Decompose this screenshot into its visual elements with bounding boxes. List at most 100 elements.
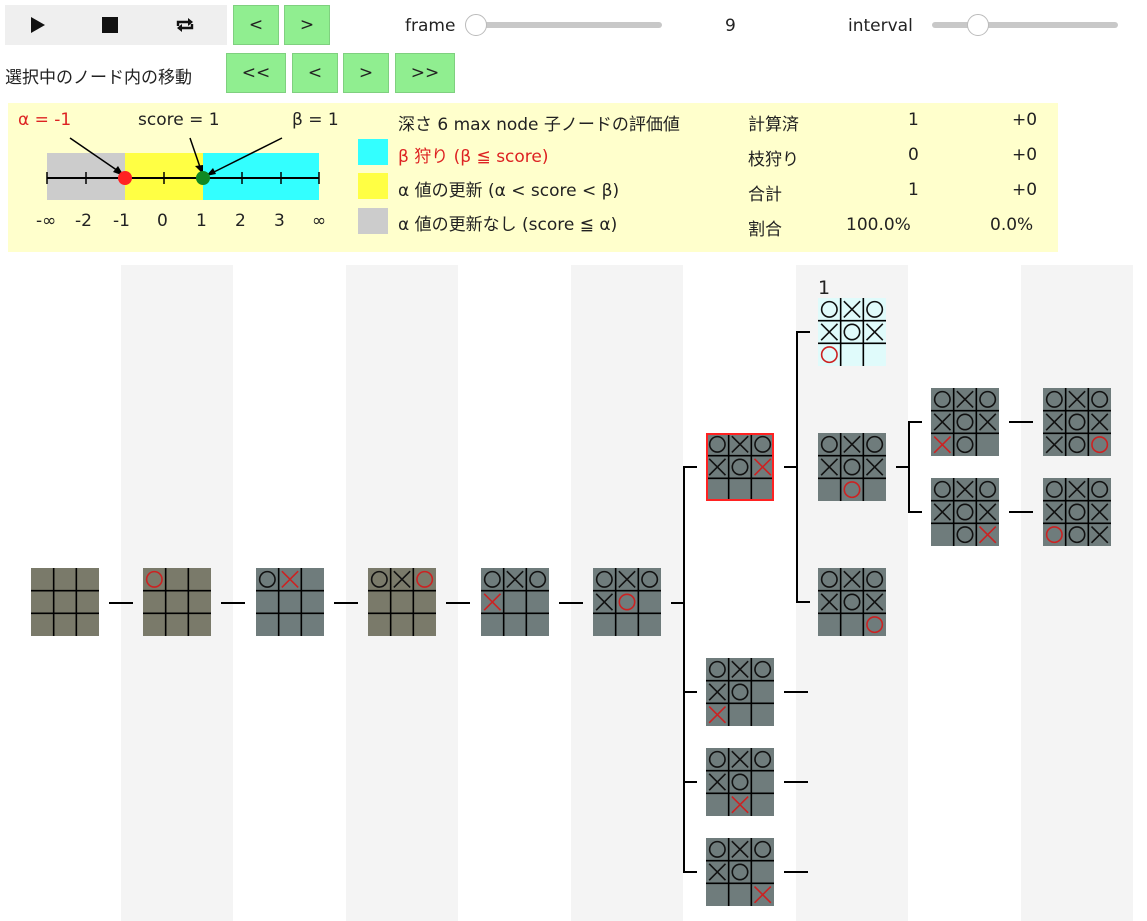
tic-tac-toe-board xyxy=(818,433,886,501)
score-marker xyxy=(196,171,210,185)
tree-edge xyxy=(1009,511,1033,513)
legend-header: 深さ 6 max node 子ノードの評価値 xyxy=(398,115,680,135)
board-depth-1[interactable] xyxy=(143,568,211,640)
stop-icon xyxy=(102,17,118,33)
board-depth-8[interactable] xyxy=(931,478,999,550)
tic-tac-toe-board xyxy=(593,568,661,636)
depth-column xyxy=(1021,265,1133,921)
board-depth-2[interactable] xyxy=(256,568,324,640)
node-score: 1 xyxy=(818,277,831,299)
board-depth-6[interactable] xyxy=(706,658,774,730)
tree-edge xyxy=(671,602,683,604)
beta-label: β = 1 xyxy=(292,110,339,130)
stat-label: 合計 xyxy=(748,185,782,205)
axis-tick-label: 3 xyxy=(274,211,285,231)
tree-edge xyxy=(908,421,910,513)
tic-tac-toe-board xyxy=(706,433,774,501)
prev-frame-button[interactable]: < xyxy=(233,5,279,45)
tree-edge xyxy=(559,602,583,604)
legend-alpha-update: α 値の更新 (α < score < β) xyxy=(398,181,620,201)
axis-tick-label: -∞ xyxy=(36,211,57,231)
tree-edge xyxy=(796,601,810,603)
tree-edge xyxy=(784,691,808,693)
board-depth-7-evaluated[interactable] xyxy=(818,298,886,370)
board-depth-9[interactable] xyxy=(1043,388,1111,460)
tree-edge xyxy=(221,602,245,604)
axis-tick-label: -1 xyxy=(113,211,130,231)
interval-label: interval xyxy=(848,16,913,36)
tic-tac-toe-board xyxy=(368,568,436,636)
alpha-beta-number-line xyxy=(46,137,320,200)
tic-tac-toe-board xyxy=(818,298,886,366)
tree-edge xyxy=(784,871,808,873)
tic-tac-toe-board xyxy=(256,568,324,636)
board-depth-4[interactable] xyxy=(481,568,549,640)
tree-edge xyxy=(784,466,796,468)
frame-label: frame xyxy=(405,16,456,36)
alpha-update-swatch xyxy=(358,173,388,199)
repeat-button[interactable] xyxy=(165,5,205,45)
tic-tac-toe-board xyxy=(931,388,999,456)
tic-tac-toe-board xyxy=(481,568,549,636)
stat-value: 0 xyxy=(908,145,919,165)
stat-value: 100.0% xyxy=(846,215,911,235)
interval-slider[interactable] xyxy=(932,22,1118,28)
stat-value: 1 xyxy=(908,110,919,130)
axis-tick-label: 0 xyxy=(157,211,168,231)
alpha-marker xyxy=(118,171,132,185)
tree-edge xyxy=(334,602,358,604)
tree-edge xyxy=(683,466,685,872)
repeat-icon xyxy=(176,18,194,32)
tree-edge xyxy=(683,466,697,468)
tree-edge xyxy=(109,602,133,604)
tic-tac-toe-board xyxy=(931,478,999,546)
node-next-button[interactable]: > xyxy=(343,53,389,93)
stat-delta: +0 xyxy=(1012,110,1038,130)
next-frame-button[interactable]: > xyxy=(284,5,330,45)
tic-tac-toe-board xyxy=(706,658,774,726)
board-depth-8[interactable] xyxy=(931,388,999,460)
tree-edge xyxy=(683,871,697,873)
stat-delta: 0.0% xyxy=(990,215,1034,235)
tree-edge xyxy=(896,466,908,468)
axis-tick-label: ∞ xyxy=(312,211,327,231)
alpha-no-update-swatch xyxy=(358,208,388,234)
board-depth-7[interactable] xyxy=(818,568,886,640)
stat-delta: +0 xyxy=(1012,145,1038,165)
board-depth-3[interactable] xyxy=(368,568,436,640)
frame-slider[interactable] xyxy=(470,22,662,28)
beta-cut-swatch xyxy=(358,139,388,165)
tree-edge xyxy=(796,331,798,603)
tic-tac-toe-board xyxy=(1043,388,1111,456)
tree-edge xyxy=(1009,421,1033,423)
play-icon xyxy=(31,17,45,33)
board-depth-5[interactable] xyxy=(593,568,661,640)
interval-slider-thumb[interactable] xyxy=(967,14,989,36)
node-last-button[interactable]: >> xyxy=(395,53,455,93)
stat-delta: +0 xyxy=(1012,180,1038,200)
board-depth-9[interactable] xyxy=(1043,478,1111,550)
stop-button[interactable] xyxy=(90,5,130,45)
frame-value: 9 xyxy=(725,16,736,36)
play-button[interactable] xyxy=(18,5,58,45)
board-depth-6-selected[interactable] xyxy=(706,433,774,505)
tree-edge xyxy=(446,602,470,604)
legend-alpha-no-update: α 値の更新なし (score ≦ α) xyxy=(398,215,618,235)
board-depth-7[interactable] xyxy=(818,433,886,505)
beta-cut-range xyxy=(203,153,319,200)
score-label: score = 1 xyxy=(138,110,220,130)
node-prev-button[interactable]: < xyxy=(292,53,338,93)
board-depth-6[interactable] xyxy=(706,748,774,820)
tic-tac-toe-board xyxy=(818,568,886,636)
stat-value: 1 xyxy=(908,180,919,200)
tic-tac-toe-board xyxy=(706,838,774,906)
stat-label: 計算済 xyxy=(748,115,799,135)
node-nav-label: 選択中のノード内の移動 xyxy=(5,68,192,88)
node-first-button[interactable]: << xyxy=(226,53,286,93)
tic-tac-toe-board xyxy=(143,568,211,636)
frame-slider-thumb[interactable] xyxy=(465,14,487,36)
stat-label: 割合 xyxy=(748,220,782,240)
stat-label: 枝狩り xyxy=(748,150,799,170)
board-root[interactable] xyxy=(31,568,99,640)
board-depth-6[interactable] xyxy=(706,838,774,910)
